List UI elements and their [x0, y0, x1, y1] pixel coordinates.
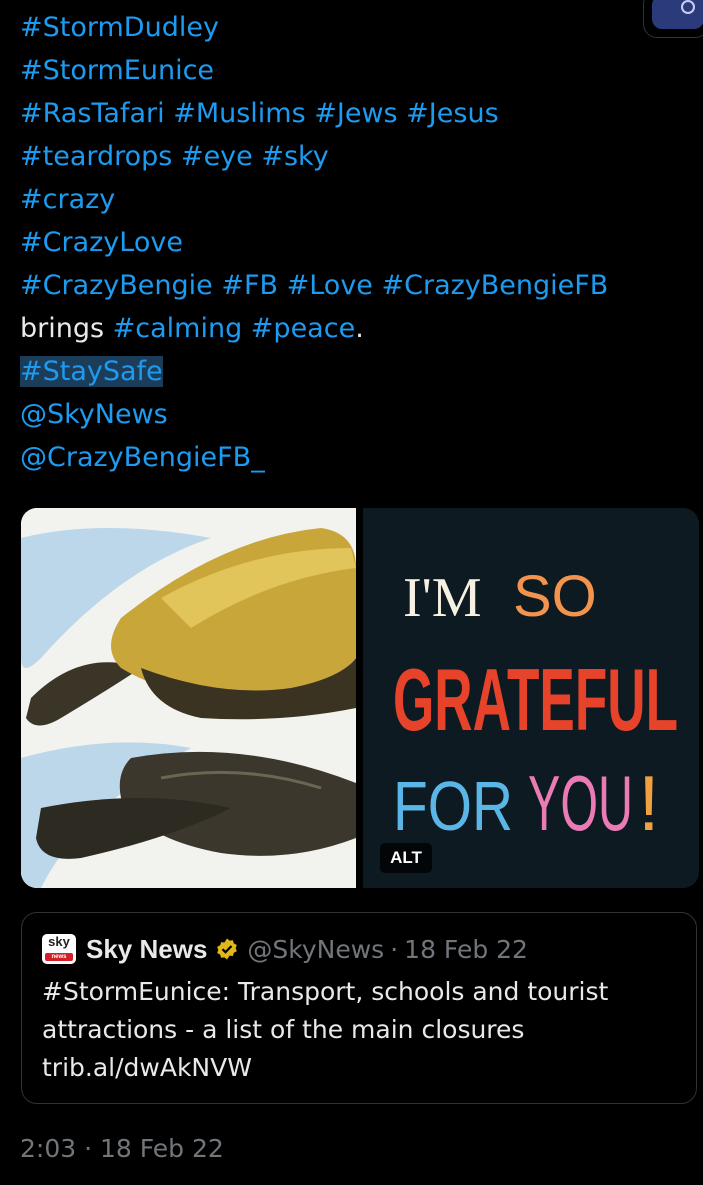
hashtag-link[interactable]: @CrazyBengieFB_ — [20, 442, 265, 473]
quoted-tweet-body: #StormEunice: Transport, schools and tou… — [42, 977, 609, 1082]
quoted-tweet-date[interactable]: 18 Feb 22 — [404, 935, 528, 964]
tweet-text-line: @SkyNews — [20, 393, 660, 436]
grateful-image[interactable]: I'M SO GRATEFUL FOR YOU ! — [363, 508, 699, 888]
hashtag-link[interactable]: #teardrops #eye #sky — [20, 141, 329, 172]
tweet-timestamp[interactable]: 2:03 · 18 Feb 22 — [20, 1130, 224, 1168]
lettering-for: FOR — [393, 767, 513, 845]
lettering-im: I'M — [403, 567, 482, 629]
settings-icon — [681, 0, 695, 14]
tweet-text-segment: brings — [20, 313, 113, 344]
lettering-so: SO — [513, 564, 597, 629]
tweet-detail-page: #StormDudley #StormEunice #RasTafari #Musl… — [0, 0, 703, 1185]
quoted-author-handle[interactable]: @SkyNews — [247, 935, 384, 964]
tweet-text-line: @CrazyBengieFB_ — [20, 436, 660, 479]
tweet-text: #StormDudley #StormEunice #RasTafari #Musl… — [20, 6, 660, 479]
tweet-text-line: brings #calming #peace. — [20, 307, 660, 350]
tweet-text-line: #teardrops #eye #sky — [20, 135, 660, 178]
hashtag-link[interactable]: #StormEunice — [20, 55, 214, 86]
tweet-text-line: #RasTafari #Muslims #Jews #Jesus — [20, 92, 660, 135]
bananas-image[interactable] — [21, 508, 356, 888]
sky-logo-text: sky — [48, 934, 70, 949]
tweet-text-line: #crazy — [20, 178, 660, 221]
hashtag-link[interactable]: #CrazyBengie #FB #Love #CrazyBengieFB — [20, 270, 608, 301]
quoted-author-name[interactable]: Sky News — [86, 934, 207, 965]
header-separator: · — [390, 934, 399, 964]
hashtag-link[interactable]: #RasTafari #Muslims #Jews #Jesus — [20, 98, 499, 129]
quoted-tweet-header: sky news Sky News @SkyNews · 18 Feb 22 — [42, 933, 528, 965]
verified-badge-icon — [217, 938, 238, 960]
hashtag-link[interactable]: #StaySafe — [20, 356, 163, 387]
hashtag-link[interactable]: @SkyNews — [20, 399, 168, 430]
grateful-lettering: I'M SO GRATEFUL FOR YOU ! — [363, 508, 699, 888]
bananas-illustration — [21, 508, 356, 888]
tweet-text-line: #StormEunice — [20, 49, 660, 92]
quoted-tweet[interactable]: sky news Sky News @SkyNews · 18 Feb 22 #… — [21, 912, 697, 1104]
lettering-grateful: GRATEFUL — [393, 650, 678, 749]
lettering-exclamation: ! — [638, 759, 660, 847]
hashtag-link[interactable]: #crazy — [20, 184, 115, 215]
tweet-text-line: #CrazyBengie #FB #Love #CrazyBengieFB — [20, 264, 660, 307]
tweet-text-line: #StormDudley — [20, 6, 660, 49]
lettering-you: YOU — [528, 759, 633, 847]
tweet-text-line: #CrazyLove — [20, 221, 660, 264]
tweet-text-line: #StaySafe — [20, 350, 660, 393]
tweet-text-segment: . — [355, 313, 364, 344]
sky-logo-subtext: news — [45, 953, 73, 961]
alt-text-button[interactable]: ALT — [380, 843, 432, 873]
hashtag-link[interactable]: #CrazyLove — [20, 227, 183, 258]
hashtag-link[interactable]: #calming #peace — [113, 313, 356, 344]
sky-news-avatar[interactable]: sky news — [42, 934, 76, 964]
hashtag-link[interactable]: #StormDudley — [20, 12, 219, 43]
tweet-media-grid[interactable]: I'M SO GRATEFUL FOR YOU ! — [21, 508, 699, 888]
